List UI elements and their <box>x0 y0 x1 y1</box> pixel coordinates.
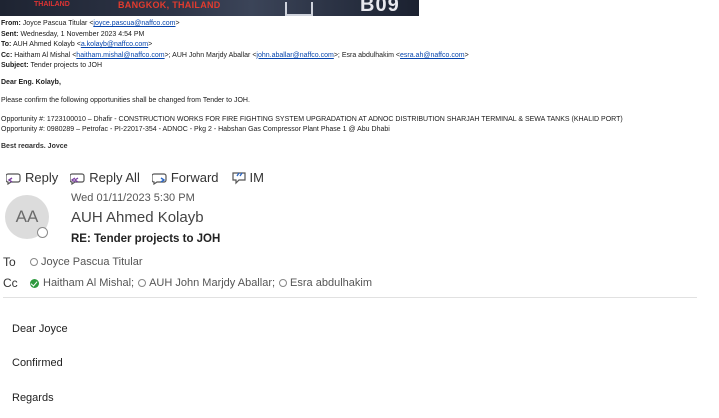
reply-button[interactable]: Reply <box>6 170 58 185</box>
cc-recipient[interactable]: AUH John Marjdy Aballar; <box>138 277 275 289</box>
quoted-cc-1-name: Haitham Al Mishal < <box>14 51 77 59</box>
quoted-cc-3-email-link[interactable]: esra.ah@naffco.com <box>400 52 465 59</box>
quoted-original-message: From: Joyce Pascua Titular <joyce.pascua… <box>1 19 717 148</box>
avatar-initials: AA <box>15 207 39 226</box>
quoted-to-line: To: AUH Ahmed Kolayb <a.kolayb@naffco.co… <box>1 40 717 51</box>
message-subject: RE: Tender projects to JOH <box>71 233 221 245</box>
quoted-cc-label: Cc: <box>1 51 13 59</box>
cc-recipient-name: Haitham Al Mishal; <box>43 277 135 289</box>
presence-unknown-icon <box>138 279 147 287</box>
chat-bubble-icon <box>231 171 246 184</box>
presence-unknown-icon <box>279 279 288 287</box>
banner-number: B09 <box>360 0 400 16</box>
message-action-bar: Reply Reply All Forward IM <box>6 170 276 185</box>
body-greeting: Dear Joyce <box>12 323 68 335</box>
quoted-sent-label: Sent: <box>1 30 19 38</box>
presence-available-icon <box>30 278 39 288</box>
event-banner-image: THAILAND BANGKOK, THAILAND B09 <box>0 0 419 16</box>
quoted-from-line: From: Joyce Pascua Titular <joyce.pascua… <box>1 19 717 30</box>
quoted-cut-off-line: Best regards, Joyce <box>1 142 68 148</box>
quoted-cc-2-name: >; AUH John Marjdy Aballar < <box>164 51 257 59</box>
quoted-sent-line: Sent: Wednesday, 1 November 2023 4:54 PM <box>1 30 717 41</box>
cc-recipients: Haitham Al Mishal; AUH John Marjdy Aball… <box>30 277 376 289</box>
quoted-subject-label: Subject: <box>1 62 29 69</box>
reply-label: Reply <box>25 170 59 185</box>
banner-graphic <box>285 2 313 16</box>
banner-city-text: BANGKOK, THAILAND <box>118 0 221 10</box>
to-recipient-name: Joyce Pascua Titular <box>41 256 143 268</box>
forward-button[interactable]: Forward <box>151 170 219 185</box>
quoted-from-close: > <box>175 20 180 27</box>
cc-recipient-name: Esra abdulhakim <box>290 277 372 289</box>
quoted-greeting: Dear Eng. Kolayb, <box>1 78 61 86</box>
to-recipients: Joyce Pascua Titular <box>30 256 147 268</box>
quoted-to-close: > <box>148 41 153 48</box>
banner-left-text: THAILAND <box>34 1 70 8</box>
quoted-opportunity-1: Opportunity #: 1723100010 – Dhafir - CON… <box>1 115 623 123</box>
quoted-cc-line: Cc: Haitham Al Mishal <haitham.mishal@na… <box>1 51 717 62</box>
quoted-from-label: From: <box>1 20 21 27</box>
quoted-opportunity-2: Opportunity #: 0980289 – Petrofac - PI-2… <box>1 126 390 133</box>
quoted-cc-1-email-link[interactable]: haitham.mishal@naffco.com <box>76 52 164 59</box>
body-confirmation: Confirmed <box>12 357 63 369</box>
reply-all-icon <box>70 172 85 185</box>
message-date: Wed 01/11/2023 5:30 PM <box>71 192 195 204</box>
quoted-subject-line: Subject: Tender projects to JOH <box>1 61 717 72</box>
quoted-from-email-link[interactable]: joyce.pascua@naffco.com <box>93 20 175 27</box>
quoted-to-name: AUH Ahmed Kolayb < <box>12 41 81 48</box>
quoted-cc-3-name: >; Esra abdulhakim < <box>333 51 400 59</box>
quoted-cc-close: > <box>464 51 469 59</box>
quoted-to-email-link[interactable]: a.kolayb@naffco.com <box>81 41 148 48</box>
forward-icon <box>151 172 167 185</box>
forward-label: Forward <box>170 170 219 185</box>
quoted-cc-2-email-link[interactable]: john.aballar@naffco.com <box>256 52 333 59</box>
body-signoff: Regards <box>12 392 54 404</box>
to-label: To <box>3 255 16 269</box>
quoted-paragraph: Please confirm the following opportuniti… <box>1 97 250 104</box>
reply-all-button[interactable]: Reply All <box>70 170 140 185</box>
to-recipient[interactable]: Joyce Pascua Titular <box>30 256 143 268</box>
reply-all-label: Reply All <box>89 170 140 185</box>
presence-unknown-icon <box>30 258 38 266</box>
cc-label: Cc <box>3 276 18 290</box>
cc-recipient[interactable]: Esra abdulhakim <box>279 277 372 289</box>
im-label: IM <box>249 170 264 185</box>
cc-recipient-name: AUH John Marjdy Aballar; <box>149 277 276 289</box>
reply-icon <box>6 172 21 185</box>
quoted-sent-value: Wednesday, 1 November 2023 4:54 PM <box>20 30 145 38</box>
cc-recipient[interactable]: Haitham Al Mishal; <box>30 277 134 289</box>
presence-status-icon <box>37 227 48 238</box>
quoted-to-label: To: <box>1 41 12 48</box>
header-divider <box>3 297 697 298</box>
im-button[interactable]: IM <box>231 170 264 185</box>
quoted-from-name: Joyce Pascua Titular < <box>22 20 94 27</box>
sender-name[interactable]: AUH Ahmed Kolayb <box>71 209 204 226</box>
quoted-subject-value: Tender projects to JOH <box>30 62 103 69</box>
